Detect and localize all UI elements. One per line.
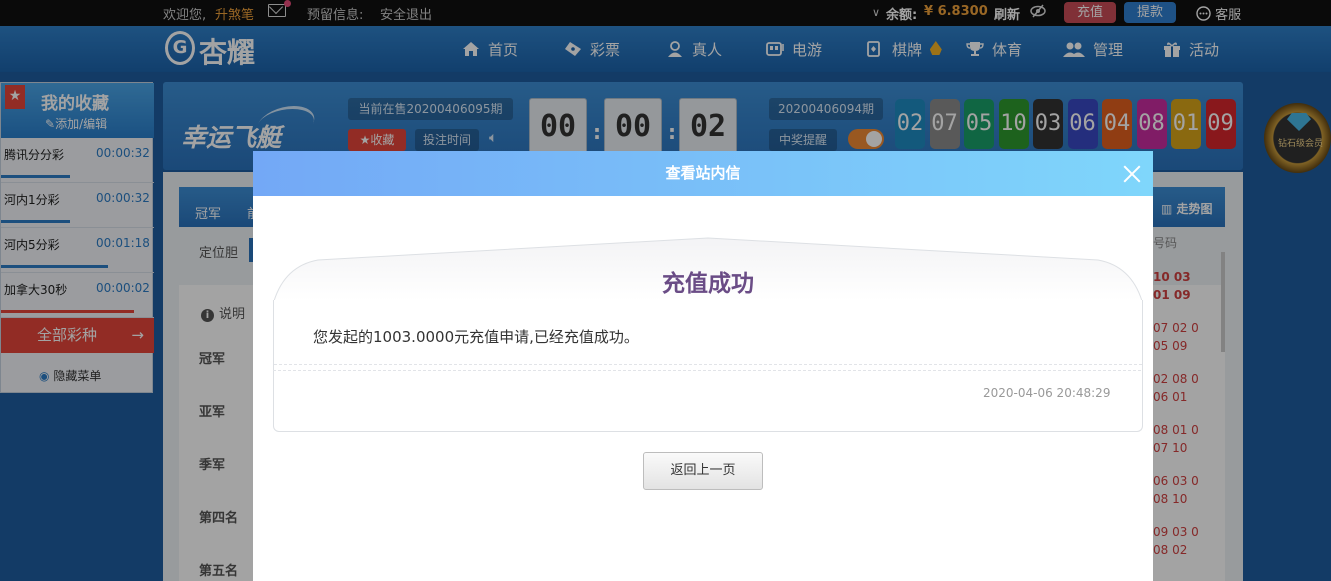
message-dialog: 查看站内信 充值成功 您发起的1003.0000元充值申请,已经充值成功。 20… (253, 151, 1153, 581)
letter-title: 充值成功 (662, 271, 754, 297)
letter-timestamp: 2020-04-06 20:48:29 (983, 386, 1111, 400)
letter-message: 您发起的1003.0000元充值申请,已经充值成功。 (313, 328, 639, 346)
divider (273, 370, 1141, 371)
letter-body (273, 300, 1143, 432)
divider (274, 364, 1142, 365)
back-button[interactable]: 返回上一页 (643, 452, 763, 490)
close-icon[interactable] (1121, 163, 1143, 185)
message-letter: 充值成功 您发起的1003.0000元充值申请,已经充值成功。 2020-04-… (273, 236, 1143, 432)
dialog-title: 查看站内信 (665, 164, 741, 182)
